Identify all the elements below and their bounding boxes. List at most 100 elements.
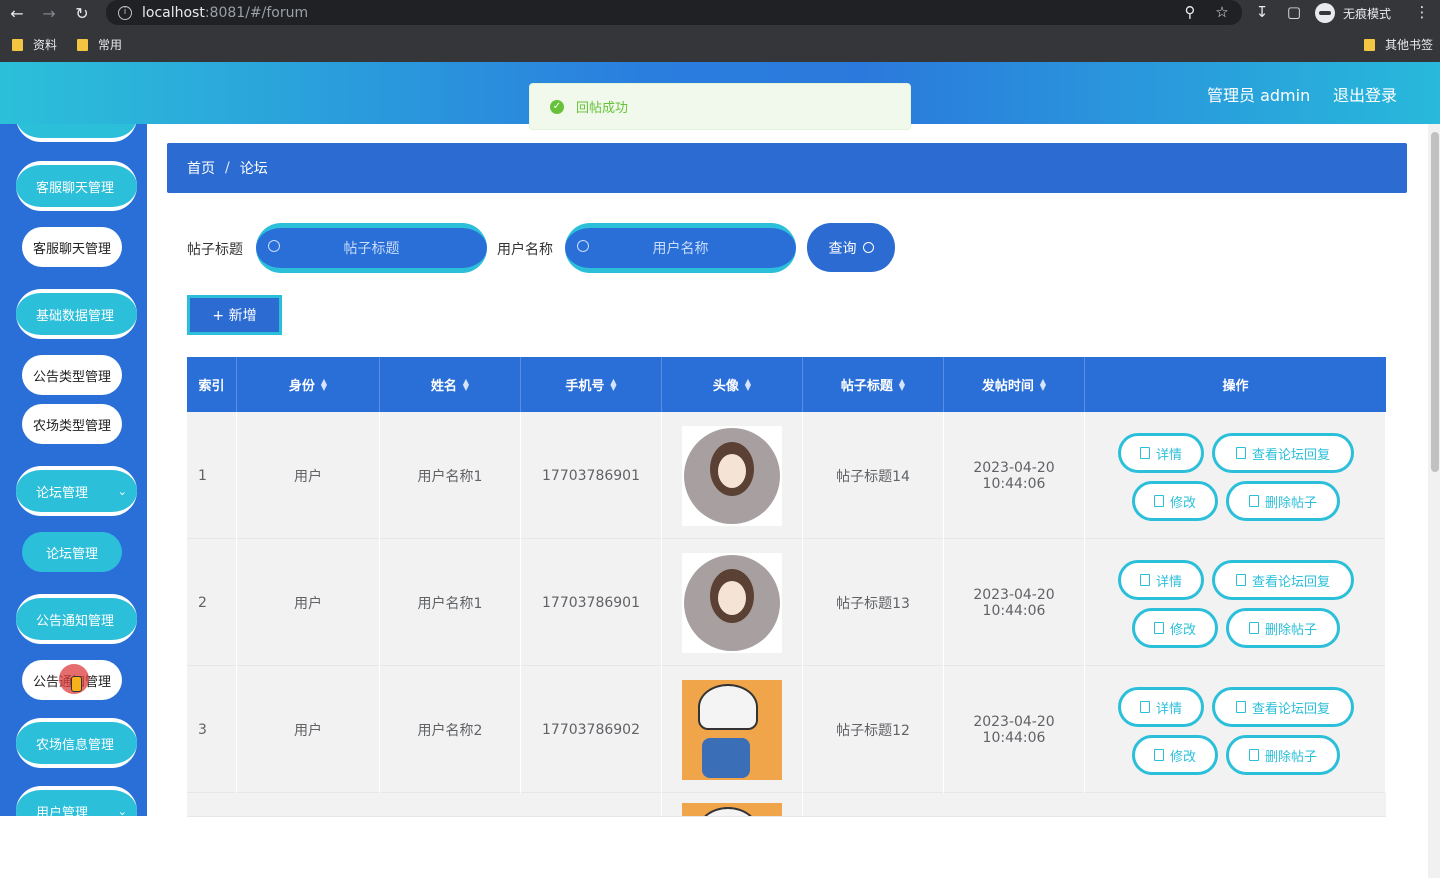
address-bar[interactable]: i localhost:8081/#/forum bbox=[106, 0, 1242, 25]
cell-avatar bbox=[662, 412, 803, 539]
incognito-badge[interactable]: 无痕模式 bbox=[1315, 2, 1391, 24]
url-host: localhost bbox=[142, 4, 205, 21]
edit-icon bbox=[1153, 622, 1164, 634]
sidebar-item-label: 论坛管理 bbox=[45, 546, 98, 562]
sort-icon[interactable]: ▲ ▼ bbox=[463, 377, 469, 391]
sidebar-item-chat[interactable]: 客服聊天管理 bbox=[22, 227, 122, 267]
sort-icon[interactable]: ▲ ▼ bbox=[321, 377, 327, 391]
user-search-input[interactable]: 用户名称 bbox=[565, 223, 796, 273]
edit-icon bbox=[1235, 447, 1246, 459]
view-replies-button[interactable]: 查看论坛回复 bbox=[1212, 560, 1354, 600]
detail-button[interactable]: 详情 bbox=[1118, 433, 1204, 473]
button-label: 修改 bbox=[1169, 749, 1196, 765]
column-label: 帖子标题 bbox=[840, 379, 893, 394]
toast-message: 回帖成功 bbox=[576, 101, 629, 116]
avatar[interactable] bbox=[682, 425, 782, 526]
folder-icon bbox=[77, 38, 88, 51]
column-header-time[interactable]: 发帖时间 ▲ ▼ bbox=[944, 357, 1085, 412]
trash-icon bbox=[1248, 622, 1259, 634]
cell-name: 用户名称1 bbox=[380, 539, 521, 666]
star-icon[interactable]: ☆ bbox=[1212, 3, 1232, 21]
cartoon-boy-avatar-image bbox=[682, 679, 782, 780]
check-circle-icon: ✓ bbox=[550, 99, 564, 114]
cell-spacer bbox=[187, 793, 662, 816]
avatar[interactable] bbox=[682, 552, 782, 653]
back-icon[interactable]: ← bbox=[6, 2, 28, 24]
query-label: 查询 bbox=[828, 240, 857, 257]
forward-icon[interactable]: → bbox=[38, 2, 60, 24]
sidebar-group-farm-info[interactable]: 农场信息管理 bbox=[16, 718, 137, 768]
sidebar-group-chat[interactable]: 客服聊天管理 bbox=[16, 161, 137, 211]
sort-icon[interactable]: ▲ ▼ bbox=[745, 377, 751, 391]
table-row: 3 用户 用户名称2 17703786902 帖子标题12 2023-04-20… bbox=[187, 666, 1386, 793]
add-button[interactable]: + 新增 bbox=[187, 295, 282, 335]
sidebar-item-forum[interactable]: 论坛管理 bbox=[22, 532, 122, 572]
sidebar-group-users[interactable]: 用户管理 ⌄ bbox=[16, 786, 137, 816]
breadcrumb: 首页 / 论坛 bbox=[167, 143, 1407, 193]
detail-button[interactable]: 详情 bbox=[1118, 560, 1204, 600]
other-bookmarks[interactable]: 其他书签 bbox=[1364, 36, 1433, 53]
column-header-role[interactable]: 身份 ▲ ▼ bbox=[237, 357, 380, 412]
edit-button[interactable]: 修改 bbox=[1132, 481, 1218, 521]
sort-icon[interactable]: ▲ ▼ bbox=[1040, 377, 1046, 391]
sidebar-item-farm-type[interactable]: 农场类型管理 bbox=[22, 404, 122, 444]
column-header-avatar[interactable]: 头像 ▲ ▼ bbox=[662, 357, 803, 412]
folder-icon bbox=[12, 38, 23, 51]
bookmark-folder[interactable]: 常用 bbox=[77, 36, 122, 53]
detail-button[interactable]: 详情 bbox=[1118, 687, 1204, 727]
view-replies-button[interactable]: 查看论坛回复 bbox=[1212, 687, 1354, 727]
sidebar-item-label: 基础数据管理 bbox=[36, 308, 115, 324]
sort-icon[interactable]: ▲ ▼ bbox=[610, 377, 616, 391]
avatar[interactable] bbox=[682, 679, 782, 780]
sidebar-group-basic-data[interactable]: 基础数据管理 bbox=[16, 289, 137, 339]
sort-icon[interactable]: ▲ ▼ bbox=[899, 377, 905, 391]
sidepanel-icon[interactable]: ▢ bbox=[1284, 3, 1304, 21]
incognito-label: 无痕模式 bbox=[1343, 6, 1392, 21]
query-button[interactable]: 查询 bbox=[807, 223, 895, 272]
download-icon[interactable]: ↧ bbox=[1252, 3, 1272, 21]
sidebar-item-label: 客服聊天管理 bbox=[32, 241, 111, 257]
sidebar: 客服聊天管理 客服聊天管理 基础数据管理 公告类型管理 农场类型管理 论坛管理 ⌄… bbox=[0, 124, 147, 816]
sidebar-group-notice[interactable]: 公告通知管理 bbox=[16, 594, 137, 644]
column-header-name[interactable]: 姓名 ▲ ▼ bbox=[380, 357, 521, 412]
button-label: 详情 bbox=[1155, 574, 1182, 590]
bookmark-folder[interactable]: 资料 bbox=[12, 36, 57, 53]
button-label: 删除帖子 bbox=[1264, 495, 1317, 511]
logout-link[interactable]: 退出登录 bbox=[1333, 82, 1397, 106]
folder-icon bbox=[1364, 38, 1375, 51]
browser-toolbar: ← → ↻ i localhost:8081/#/forum ⚲ ☆ ↧ ▢ 无… bbox=[0, 0, 1440, 26]
edit-button[interactable]: 修改 bbox=[1132, 608, 1218, 648]
reload-icon[interactable]: ↻ bbox=[71, 2, 93, 24]
sidebar-item-notice-type[interactable]: 公告类型管理 bbox=[22, 355, 122, 395]
breadcrumb-separator: / bbox=[225, 160, 230, 176]
breadcrumb-home[interactable]: 首页 bbox=[187, 158, 215, 178]
cell-avatar bbox=[662, 539, 803, 666]
cell-time: 2023-04-20 10:44:06 bbox=[944, 666, 1085, 793]
delete-button[interactable]: 删除帖子 bbox=[1226, 481, 1340, 521]
delete-button[interactable]: 删除帖子 bbox=[1226, 735, 1340, 775]
sidebar-group-hidden[interactable] bbox=[16, 124, 137, 142]
view-replies-button[interactable]: 查看论坛回复 bbox=[1212, 433, 1354, 473]
sidebar-group-forum[interactable]: 论坛管理 ⌄ bbox=[16, 466, 137, 516]
title-search-placeholder: 帖子标题 bbox=[343, 241, 400, 257]
column-header-title[interactable]: 帖子标题 ▲ ▼ bbox=[803, 357, 944, 412]
button-label: 详情 bbox=[1155, 447, 1182, 463]
button-label: 详情 bbox=[1155, 701, 1182, 717]
title-search-input[interactable]: 帖子标题 bbox=[256, 223, 487, 273]
edit-button[interactable]: 修改 bbox=[1132, 735, 1218, 775]
breadcrumb-current: 论坛 bbox=[239, 161, 268, 177]
mouse-cursor-icon bbox=[59, 664, 89, 694]
column-header-phone[interactable]: 手机号 ▲ ▼ bbox=[521, 357, 662, 412]
cell-role: 用户 bbox=[237, 666, 380, 793]
site-info-icon[interactable]: i bbox=[118, 5, 132, 20]
column-label: 头像 bbox=[712, 379, 739, 394]
title-filter-label: 帖子标题 bbox=[187, 242, 243, 258]
document-icon bbox=[1139, 574, 1150, 586]
cell-index: 3 bbox=[187, 666, 237, 793]
cell-phone: 17703786902 bbox=[521, 666, 662, 793]
scrollbar-thumb[interactable] bbox=[1431, 132, 1439, 472]
menu-dots-icon[interactable]: ⋮ bbox=[1412, 3, 1432, 21]
key-icon[interactable]: ⚲ bbox=[1180, 3, 1200, 21]
table-row: 1 用户 用户名称1 17703786901 帖子标题14 2023-04-20… bbox=[187, 412, 1386, 539]
delete-button[interactable]: 删除帖子 bbox=[1226, 608, 1340, 648]
